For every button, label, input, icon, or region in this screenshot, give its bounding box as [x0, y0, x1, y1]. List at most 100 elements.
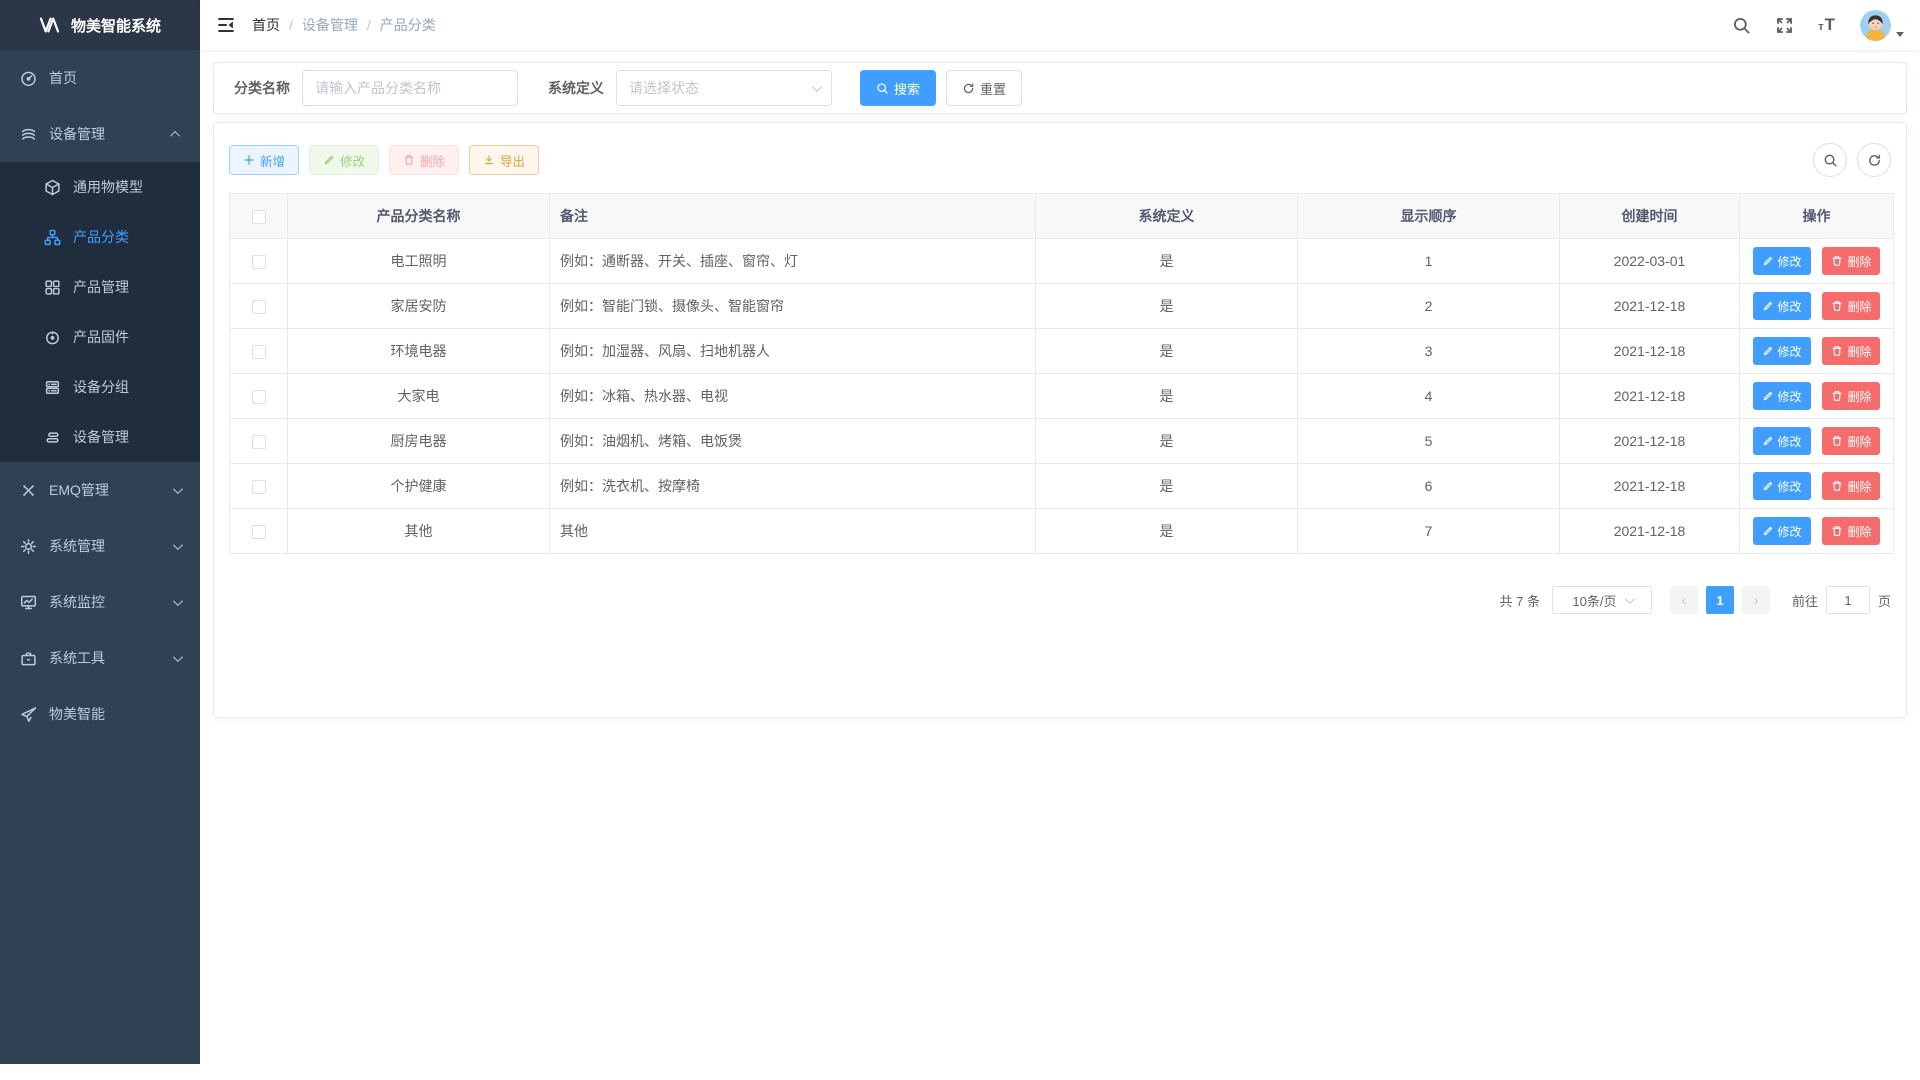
header-note: 备注 — [550, 194, 1036, 239]
row-checkbox[interactable] — [252, 435, 266, 449]
row-edit-button[interactable]: 修改 — [1753, 472, 1811, 500]
pencil-icon — [1762, 390, 1774, 402]
goto-page-input[interactable] — [1826, 586, 1870, 614]
row-edit-button[interactable]: 修改 — [1753, 247, 1811, 275]
sidebar-fold-icon[interactable] — [216, 15, 236, 35]
sidebar-item-device-management[interactable]: 设备管理 — [0, 106, 200, 162]
row-delete-label: 删除 — [1847, 343, 1871, 360]
cell-created-time: 2021-12-18 — [1560, 419, 1740, 464]
row-checkbox[interactable] — [252, 255, 266, 269]
row-delete-button[interactable]: 删除 — [1822, 247, 1880, 275]
cell-system-defined: 是 — [1036, 284, 1298, 329]
sidebar-item-device-management-sub[interactable]: 设备管理 — [0, 412, 200, 462]
navbar-actions: тT — [1732, 10, 1904, 41]
edit-button-label: 修改 — [340, 151, 365, 170]
row-delete-label: 删除 — [1847, 253, 1871, 270]
sidebar-item-emq[interactable]: EMQ管理 — [0, 462, 200, 518]
cell-system-defined: 是 — [1036, 419, 1298, 464]
delete-button[interactable]: 删除 — [389, 145, 459, 175]
sidebar-item-wumei-smart[interactable]: 物美智能 — [0, 686, 200, 742]
cell-display-order: 5 — [1298, 419, 1560, 464]
row-delete-button[interactable]: 删除 — [1822, 292, 1880, 320]
sidebar-item-home[interactable]: 首页 — [0, 50, 200, 106]
row-edit-button[interactable]: 修改 — [1753, 292, 1811, 320]
sitemap-icon — [44, 229, 61, 246]
sidebar-item-label: 设备管理 — [73, 427, 129, 447]
row-checkbox[interactable] — [252, 480, 266, 494]
breadcrumb-separator: / — [289, 17, 293, 33]
row-delete-button[interactable]: 删除 — [1822, 472, 1880, 500]
sidebar-item-label: 首页 — [49, 68, 77, 88]
sidebar-item-thing-model[interactable]: 通用物模型 — [0, 162, 200, 212]
cell-created-time: 2021-12-18 — [1560, 509, 1740, 554]
table-row: 其他 其他 是 7 2021-12-18 修改 删除 — [230, 509, 1894, 554]
cell-display-order: 6 — [1298, 464, 1560, 509]
caret-down-icon — [1896, 32, 1904, 37]
add-button-label: 新增 — [260, 151, 285, 170]
app-root: 物美智能系统 首页 设备管理 通用物模型 产品分类 — [0, 0, 1920, 1064]
avatar[interactable] — [1860, 10, 1891, 41]
system-defined-select[interactable]: 请选择状态 — [616, 70, 832, 106]
header-system-defined: 系统定义 — [1036, 194, 1298, 239]
row-edit-button[interactable]: 修改 — [1753, 382, 1811, 410]
toolbox-icon — [20, 650, 37, 667]
fullscreen-icon[interactable] — [1775, 16, 1794, 35]
search-icon[interactable] — [1732, 16, 1751, 35]
export-button-label: 导出 — [500, 151, 525, 170]
sidebar-submenu: 通用物模型 产品分类 产品管理 产品固件 设备分组 — [0, 162, 200, 462]
cell-note: 例如：加湿器、风扇、扫地机器人 — [550, 329, 1036, 374]
cell-category-name: 电工照明 — [288, 239, 550, 284]
row-delete-button[interactable]: 删除 — [1822, 517, 1880, 545]
sidebar-item-label: 产品分类 — [73, 227, 129, 247]
category-name-input[interactable] — [302, 70, 518, 106]
breadcrumb-home[interactable]: 首页 — [252, 15, 280, 35]
cell-created-time: 2022-03-01 — [1560, 239, 1740, 284]
font-size-icon[interactable]: тT — [1818, 15, 1836, 35]
sidebar-item-product-management[interactable]: 产品管理 — [0, 262, 200, 312]
reset-button[interactable]: 重置 — [946, 70, 1022, 106]
breadcrumb-device-management: 设备管理 — [302, 15, 358, 35]
sidebar-item-system-monitor[interactable]: 系统监控 — [0, 574, 200, 630]
row-edit-button[interactable]: 修改 — [1753, 517, 1811, 545]
cell-note: 例如：洗衣机、按摩椅 — [550, 464, 1036, 509]
pencil-icon — [1762, 480, 1774, 492]
toggle-search-button[interactable] — [1813, 143, 1847, 177]
row-checkbox[interactable] — [252, 390, 266, 404]
search-button[interactable]: 搜索 — [860, 70, 936, 106]
row-edit-button[interactable]: 修改 — [1753, 427, 1811, 455]
row-delete-label: 删除 — [1847, 298, 1871, 315]
row-delete-button[interactable]: 删除 — [1822, 337, 1880, 365]
sidebar-item-system-management[interactable]: 系统管理 — [0, 518, 200, 574]
sidebar-item-product-firmware[interactable]: 产品固件 — [0, 312, 200, 362]
user-menu[interactable] — [1860, 10, 1904, 41]
row-checkbox[interactable] — [252, 525, 266, 539]
sidebar-item-device-group[interactable]: 设备分组 — [0, 362, 200, 412]
cell-display-order: 2 — [1298, 284, 1560, 329]
row-edit-label: 修改 — [1778, 343, 1802, 360]
select-all-checkbox[interactable] — [252, 210, 266, 224]
refresh-table-button[interactable] — [1857, 143, 1891, 177]
table-row: 厨房电器 例如：油烟机、烤箱、电饭煲 是 5 2021-12-18 修改 删除 — [230, 419, 1894, 464]
monitor-icon — [20, 594, 37, 611]
row-delete-button[interactable]: 删除 — [1822, 382, 1880, 410]
prev-page-button[interactable]: ‹ — [1670, 586, 1698, 614]
row-edit-button[interactable]: 修改 — [1753, 337, 1811, 365]
next-page-button[interactable]: › — [1742, 586, 1770, 614]
current-page-button[interactable]: 1 — [1706, 586, 1734, 614]
export-button[interactable]: 导出 — [469, 145, 539, 175]
sidebar-item-system-tools[interactable]: 系统工具 — [0, 630, 200, 686]
chevron-down-icon — [173, 540, 183, 550]
pencil-icon — [1762, 255, 1774, 267]
edit-button[interactable]: 修改 — [309, 145, 379, 175]
add-button[interactable]: 新增 — [229, 145, 299, 175]
plus-icon — [243, 154, 255, 166]
row-edit-label: 修改 — [1778, 253, 1802, 270]
row-checkbox[interactable] — [252, 345, 266, 359]
sidebar-item-product-category[interactable]: 产品分类 — [0, 212, 200, 262]
page-size-select[interactable]: 10条/页 — [1552, 586, 1652, 614]
delete-button-label: 删除 — [420, 151, 445, 170]
row-delete-button[interactable]: 删除 — [1822, 427, 1880, 455]
row-delete-label: 删除 — [1847, 478, 1871, 495]
app-logo[interactable]: 物美智能系统 — [0, 0, 200, 50]
row-checkbox[interactable] — [252, 300, 266, 314]
